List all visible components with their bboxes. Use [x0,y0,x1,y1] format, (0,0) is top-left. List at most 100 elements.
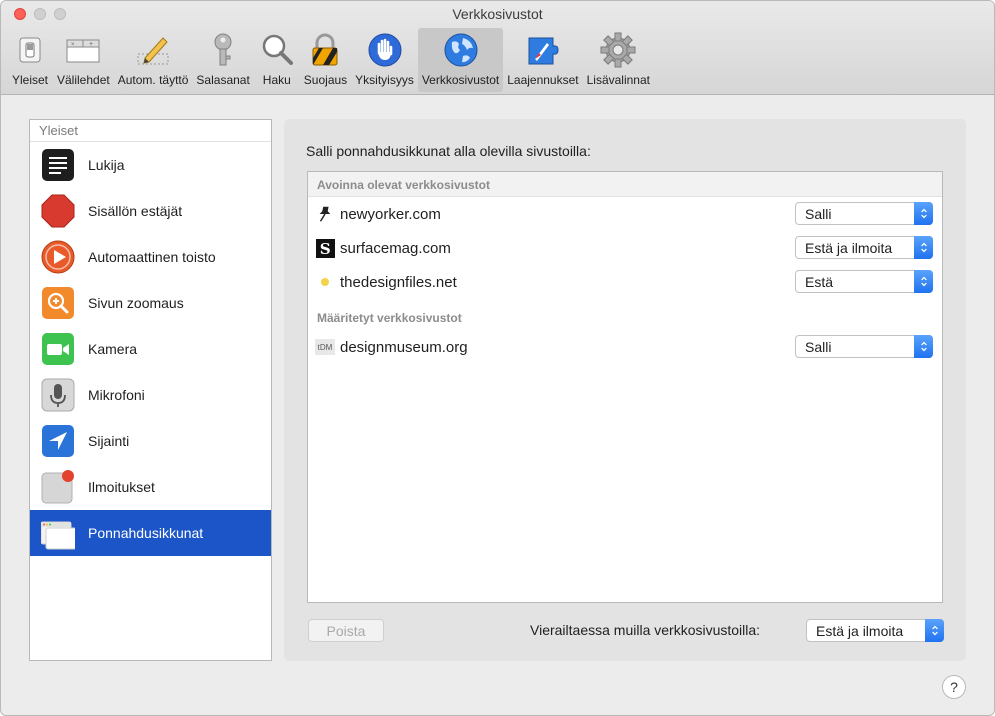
globe-icon [442,31,480,69]
toolbar-item-label: Laajennukset [507,73,579,87]
toolbar-item-label: Verkkosivustot [421,73,500,87]
location-icon [41,424,75,458]
notifications-icon [41,470,75,504]
window-title: Verkkosivustot [452,6,543,22]
website-setting-select[interactable]: Salli [795,335,933,358]
toolbar-item-laajennukset[interactable]: Laajennukset [503,28,582,92]
sidebar-item-sisallon-estajat[interactable]: Sisällön estäjät [30,188,271,234]
chevron-updown-icon [914,236,933,259]
select-value: Estä ja ilmoita [816,623,904,639]
sidebar-item-label: Sijainti [88,433,130,449]
website-name: designmuseum.org [340,338,468,356]
sidebar-item-kamera[interactable]: Kamera [30,326,271,372]
switch-icon [11,31,49,69]
s-logo-icon: S [315,238,335,258]
select-value: Salli [805,206,832,222]
chevron-updown-icon [925,619,944,642]
sidebar-item-label: Sivun zoomaus [88,295,184,311]
website-row[interactable]: tDM designmuseum.org Salli [308,330,942,364]
sidebar: Yleiset Lukija Sisällön estäjät Automaat… [29,119,272,661]
toolbar-item-haku[interactable]: Haku [254,28,300,92]
toolbar-item-label: Autom. täyttö [117,73,189,87]
hand-icon [366,31,404,69]
remove-button[interactable]: Poista [308,619,384,642]
other-websites-label: Vierailtaessa muilla verkkosivustoilla: [530,622,761,638]
toolbar-item-label: Välilehdet [57,73,110,87]
select-value: Estä ja ilmoita [805,240,893,256]
toolbar-item-suojaus[interactable]: Suojaus [300,28,351,92]
chevron-updown-icon [914,335,933,358]
titlebar: Verkkosivustot Yleiset × + Välilehdet Aut… [1,1,994,95]
svg-text:+: + [89,41,93,48]
sidebar-item-lukija[interactable]: Lukija [30,142,271,188]
toolbar-item-yleiset[interactable]: Yleiset [7,28,53,92]
sidebar-item-label: Automaattinen toisto [88,249,216,265]
chevron-updown-icon [914,270,933,293]
microphone-icon [41,378,75,412]
toolbar-item-salasanat[interactable]: Salasanat [192,28,253,92]
website-name: newyorker.com [340,205,441,223]
toolbar-item-label: Yksityisyys [355,73,414,87]
sidebar-item-label: Mikrofoni [88,387,145,403]
preferences-window: Verkkosivustot Yleiset × + Välilehdet Aut… [0,0,995,716]
camera-icon [41,332,75,366]
websites-panel: Salli ponnahdusikkunat alla olevilla siv… [284,119,966,661]
svg-text:×: × [71,42,75,48]
sidebar-item-sivun-zoomaus[interactable]: Sivun zoomaus [30,280,271,326]
sidebar-item-label: Sisällön estäjät [88,203,183,219]
popup-window-icon [41,516,75,550]
section-header-configured-websites: Määritetyt verkkosivustot [317,311,462,325]
website-setting-select[interactable]: Salli [795,202,933,225]
chevron-updown-icon [914,202,933,225]
toolbar-item-label: Yleiset [11,73,49,87]
pencil-icon [134,31,172,69]
tabs-icon: × + [64,31,102,69]
play-icon [41,240,75,274]
yellow-dot-icon [315,272,335,292]
toolbar-item-lisavalinnat[interactable]: Lisävalinnat [583,28,654,92]
website-row[interactable]: thedesignfiles.net Estä [308,265,942,299]
zoom-icon [41,286,75,320]
sidebar-item-label: Ilmoitukset [88,479,155,495]
puzzle-icon [524,31,562,69]
toolbar-item-yksityisyys[interactable]: Yksityisyys [351,28,418,92]
toolbar-item-label: Haku [262,73,291,87]
sidebar-item-sijainti[interactable]: Sijainti [30,418,271,464]
sidebar-item-automaattinen-toisto[interactable]: Automaattinen toisto [30,234,271,280]
sidebar-item-mikrofoni[interactable]: Mikrofoni [30,372,271,418]
dm-logo-icon: tDM [315,339,335,355]
website-setting-select[interactable]: Estä ja ilmoita [795,236,933,259]
sidebar-item-label: Kamera [88,341,138,357]
toolbar-item-verkkosivustot[interactable]: Verkkosivustot [417,28,504,92]
dm-logo-text: tDM [317,342,333,352]
toolbar: Yleiset × + Välilehdet Autom. täyttö Sala… [7,28,654,92]
section-header-open-websites: Avoinna olevat verkkosivustot [308,172,942,197]
lock-icon [306,31,344,69]
gear-icon [599,31,637,69]
panel-title: Salli ponnahdusikkunat alla olevilla siv… [306,143,591,159]
sidebar-item-label: Ponnahdusikkunat [88,525,204,541]
toolbar-item-label: Suojaus [303,73,348,87]
select-value: Estä [805,274,834,290]
stop-sign-icon [41,194,75,228]
help-button[interactable]: ? [942,675,966,699]
website-name: surfacemag.com [340,239,451,257]
sidebar-item-ponnahdusikkunat[interactable]: Ponnahdusikkunat [30,510,271,556]
toolbar-item-autom-taytto[interactable]: Autom. täyttö [114,28,193,92]
other-websites-select[interactable]: Estä ja ilmoita [806,619,944,642]
toolbar-item-valilehdet[interactable]: × + Välilehdet [53,28,114,92]
sidebar-header: Yleiset [30,120,271,142]
select-value: Salli [805,339,832,355]
website-setting-select[interactable]: Estä [795,270,933,293]
svg-text:S: S [319,240,330,258]
website-name: thedesignfiles.net [340,273,457,291]
pin-icon [315,204,335,224]
sidebar-item-label: Lukija [88,157,125,173]
website-list: Avoinna olevat verkkosivustot newyorker.… [307,171,943,603]
toolbar-item-label: Lisävalinnat [586,73,650,87]
website-row[interactable]: S surfacemag.com Estä ja ilmoita [308,231,942,265]
reader-icon [41,148,75,182]
magnifier-icon [258,31,296,69]
sidebar-item-ilmoitukset[interactable]: Ilmoitukset [30,464,271,510]
website-row[interactable]: newyorker.com Salli [308,197,942,231]
